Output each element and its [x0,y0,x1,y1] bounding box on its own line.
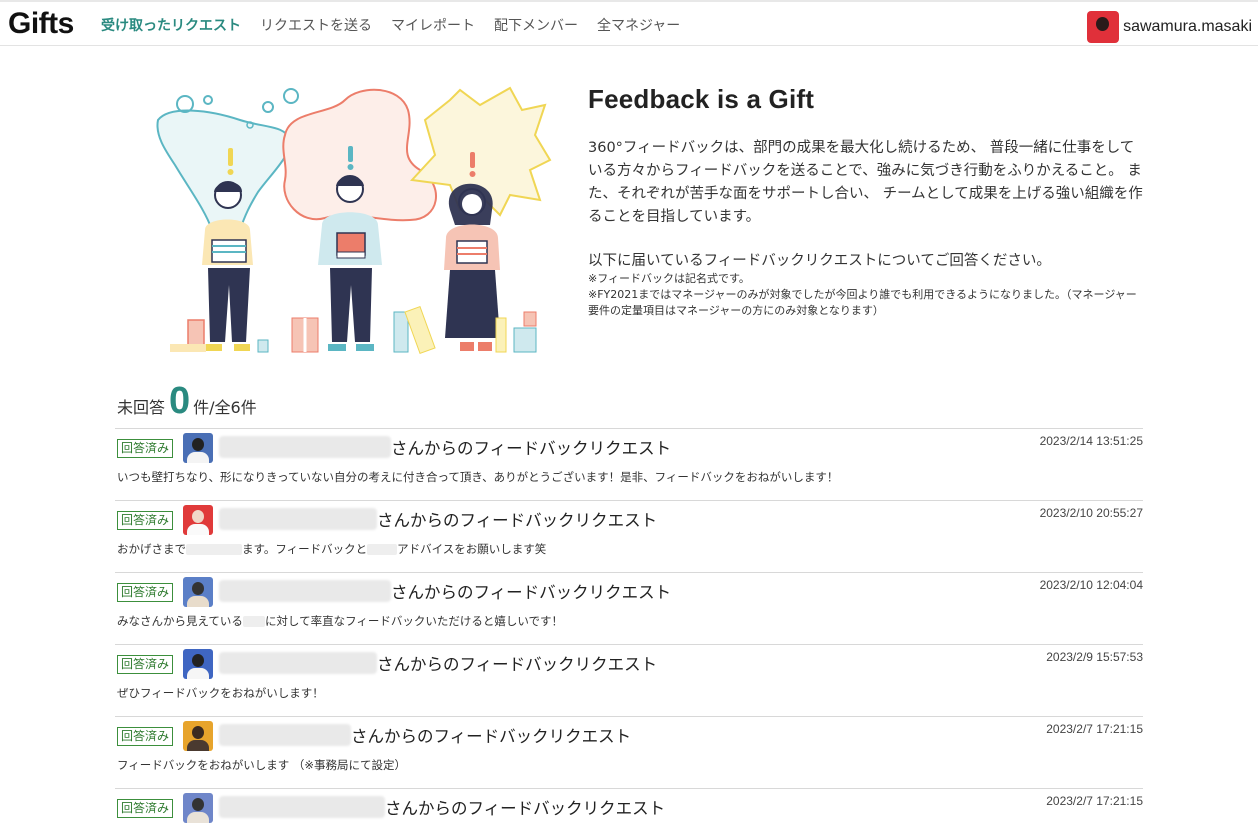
request-message: みなさんから見えている に対して率直なフィードバックいただけると嬉しいです！ [117,613,563,629]
intro-body: 360°フィードバックは、部門の成果を最大化し続けるため、 普段一緒に仕事をして… [588,140,1143,225]
request-title[interactable]: さんからのフィードバックリクエスト [377,507,657,531]
avatar-body [187,452,209,463]
answered-status-badge: 回答済み [117,799,174,818]
redacted-requester-name [219,436,391,458]
intro-ask: 以下に届いているフィードバックリクエストについてご回答ください。 [588,253,1051,269]
redacted-text [367,544,398,555]
request-date: 2023/2/10 20:55:27 [1039,506,1143,520]
request-item[interactable]: 回答済み さんからのフィードバックリクエスト 2023/2/10 20:55:27 お… [115,500,1143,572]
avatar-head [192,438,204,451]
nav-my-report[interactable]: マイレポート [391,15,475,35]
unanswered-count: 0 [169,380,191,422]
summary-prefix: 未回答 [117,398,166,417]
request-date: 2023/2/7 17:21:15 [1046,794,1143,808]
redacted-text [186,544,242,555]
avatar-head [192,654,204,667]
avatar-body [187,740,209,751]
request-title[interactable]: さんからのフィードバックリクエスト [377,651,657,675]
request-title[interactable]: さんからのフィードバックリクエスト [351,723,631,747]
avatar-head [192,510,204,523]
user-menu[interactable]: sawamura.masaki [1087,11,1252,43]
redacted-requester-name [219,508,377,530]
answered-status-badge: 回答済み [117,655,174,674]
avatar-head [192,582,204,595]
request-title[interactable]: さんからのフィードバックリクエスト [391,579,671,603]
request-item[interactable]: 回答済み さんからのフィードバックリクエスト 2023/2/9 15:57:53 ぜひ… [115,644,1143,716]
request-message: フィードバックをおねがいします （※事務局にて設定） [117,757,406,773]
redacted-requester-name [219,580,391,602]
request-message: ぜひフィードバックをおねがいします！ [117,685,324,701]
request-list: 回答済み さんからのフィードバックリクエスト 2023/2/14 13:51:25 い… [115,428,1143,830]
request-date: 2023/2/10 12:04:04 [1039,578,1143,592]
redacted-requester-name [219,652,377,674]
nav-all-managers[interactable]: 全マネジャー [597,15,680,35]
redacted-requester-name [219,724,351,746]
request-title[interactable]: さんからのフィードバックリクエスト [391,435,671,459]
avatar-body [187,596,209,607]
requester-avatar [183,577,213,607]
request-item[interactable]: 回答済み さんからのフィードバックリクエスト 2023/2/10 12:04:04 み… [115,572,1143,644]
request-title[interactable]: さんからのフィードバックリクエスト [385,795,665,819]
avatar-head [192,798,204,811]
request-message-text: いつも壁打ちなり、形になりきっていない自分の考えに付き合って頂き、ありがとうござ… [117,470,839,484]
request-item[interactable]: 回答済み さんからのフィードバックリクエスト 2023/2/14 13:51:25 い… [115,428,1143,500]
redacted-text [242,616,265,627]
avatar-body [187,812,209,823]
answered-status-badge: 回答済み [117,583,174,602]
requester-avatar [183,721,213,751]
nav-send-request[interactable]: リクエストを送る [260,15,372,35]
main-nav: 受け取ったリクエスト リクエストを送る マイレポート 配下メンバー 全マネジャー [101,15,699,35]
requester-avatar [183,505,213,535]
request-date: 2023/2/14 13:51:25 [1039,434,1143,448]
user-name[interactable]: sawamura.masaki [1123,18,1252,36]
avatar-body [187,524,209,535]
intro-note-signed: ※フィードバックは記名式です。 [588,272,750,285]
requester-avatar [183,793,213,823]
request-message-text: みなさんから見えている [117,614,243,628]
request-item[interactable]: 回答済み さんからのフィードバックリクエスト 2023/2/7 17:21:15 [115,788,1143,830]
request-date: 2023/2/7 17:21:15 [1046,722,1143,736]
intro-note-eligibility: ※FY2021まではマネージャーのみが対象でしたが今回より誰でも利用できるように… [588,288,1137,317]
avatar-body [187,668,209,679]
request-message-text: ぜひフィードバックをおねがいします！ [117,686,324,700]
request-message-text: フィードバックをおねがいします （※事務局にて設定） [117,758,407,772]
gifts-logo[interactable]: Gifts [8,7,74,41]
request-message-text: ます。フィードバックと [242,542,368,556]
requester-avatar [183,649,213,679]
request-message-text: に対して率直なフィードバックいただけると嬉しいです！ [264,614,564,628]
nav-subordinates[interactable]: 配下メンバー [494,15,578,35]
answered-status-badge: 回答済み [117,511,174,530]
request-message-text: アドバイスをお願いします笑 [397,542,547,556]
redacted-requester-name [219,796,385,818]
request-date: 2023/2/9 15:57:53 [1046,650,1143,664]
intro-title: Feedback is a Gift [588,84,815,114]
avatar-head [192,726,204,739]
request-message-text: おかげさまで [117,542,186,556]
user-avatar[interactable] [1087,11,1120,43]
nav-received-requests[interactable]: 受け取ったリクエスト [101,15,241,35]
summary-suffix: 件/全6件 [193,398,257,417]
answered-status-badge: 回答済み [117,727,174,746]
request-item[interactable]: 回答済み さんからのフィードバックリクエスト 2023/2/7 17:21:15 フィ… [115,716,1143,788]
request-message: おかげさまで ます。フィードバックと アドバイスをお願いします笑 [117,541,546,557]
feedback-gift-illustration [156,86,552,355]
requester-avatar [183,433,213,463]
intro-section: Feedback is a Gift 360°フィードバックは、部門の成果を最大… [588,84,1144,319]
request-message: いつも壁打ちなり、形になりきっていない自分の考えに付き合って頂き、ありがとうござ… [117,469,838,485]
top-navigation-bar: Gifts 受け取ったリクエスト リクエストを送る マイレポート 配下メンバー … [0,0,1258,46]
unanswered-summary: 未回答 0 件/全6件 [117,382,257,420]
answered-status-badge: 回答済み [117,439,174,458]
